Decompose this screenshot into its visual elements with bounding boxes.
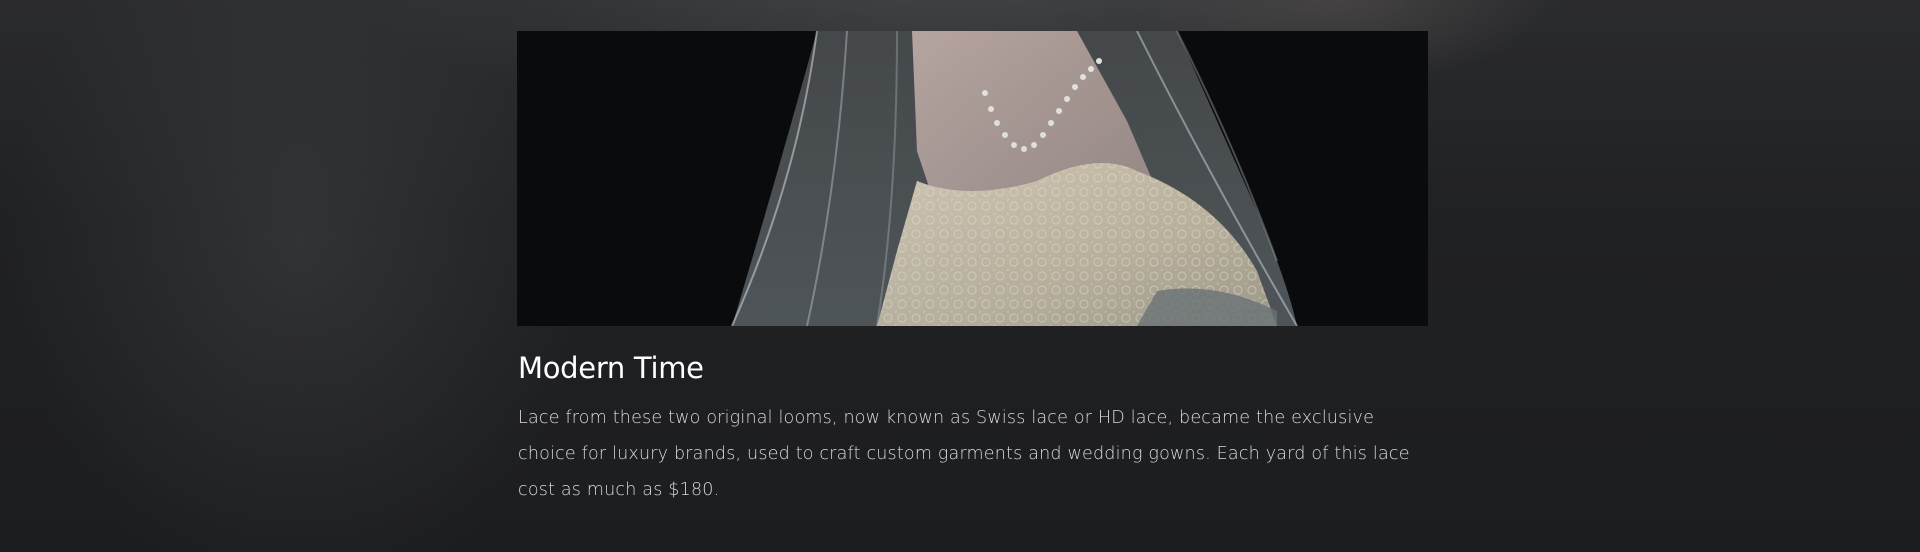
article-section: Modern Time Lace from these two original… bbox=[517, 31, 1428, 508]
article-title: Modern Time bbox=[518, 351, 704, 385]
article-body: Lace from these two original looms, now … bbox=[518, 408, 1410, 500]
bride-lace-photo bbox=[517, 31, 1428, 326]
photo-illustration bbox=[517, 31, 1428, 326]
